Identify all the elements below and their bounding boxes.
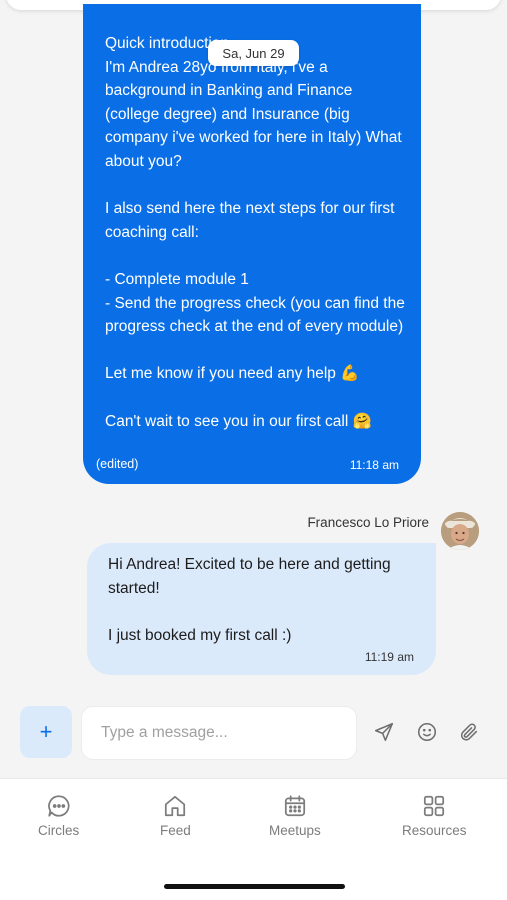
send-button[interactable] xyxy=(371,719,397,745)
incoming-message-time: 11:18 am xyxy=(349,458,399,472)
calendar-icon xyxy=(284,795,305,817)
incoming-message-bubble[interactable]: Quick introduction I'm Andrea 28yo from … xyxy=(83,4,421,484)
paperclip-icon xyxy=(460,723,478,741)
edited-label: (edited) xyxy=(96,457,139,471)
plus-icon: + xyxy=(39,719,53,744)
outgoing-message-bubble[interactable]: Hi Andrea! Excited to be here and gettin… xyxy=(87,543,436,675)
chat-bubble-icon xyxy=(47,795,70,817)
sender-name: Francesco Lo Priore xyxy=(307,515,429,530)
tab-feed[interactable]: Feed xyxy=(160,793,191,838)
outgoing-message-time: 11:19 am xyxy=(364,650,414,664)
emoji-button[interactable] xyxy=(414,719,440,745)
tab-label: Resources xyxy=(402,823,467,838)
grid-icon xyxy=(424,795,445,817)
home-indicator xyxy=(164,884,345,889)
tab-label: Meetups xyxy=(269,823,321,838)
attach-button[interactable] xyxy=(456,719,482,745)
date-separator: Sa, Jun 29 xyxy=(208,40,299,66)
incoming-message-text: Quick introduction I'm Andrea 28yo from … xyxy=(105,35,405,430)
message-input[interactable] xyxy=(81,706,357,760)
send-icon xyxy=(374,722,394,742)
tab-label: Feed xyxy=(160,823,191,838)
tab-meetups[interactable]: Meetups xyxy=(269,793,321,838)
tab-circles[interactable]: Circles xyxy=(38,793,79,838)
tab-bar: Circles Feed Meetups Resources xyxy=(0,778,507,900)
outgoing-message-text: Hi Andrea! Excited to be here and gettin… xyxy=(108,556,391,644)
smiley-icon xyxy=(417,722,437,742)
add-attachment-button[interactable]: + xyxy=(20,706,72,758)
tab-label: Circles xyxy=(38,823,80,838)
tab-resources[interactable]: Resources xyxy=(402,793,467,838)
avatar[interactable] xyxy=(441,512,479,550)
home-icon xyxy=(165,795,186,817)
